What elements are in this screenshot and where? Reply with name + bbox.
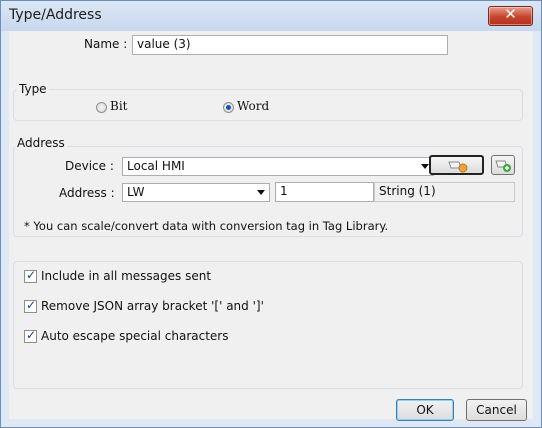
remove-json-bracket-label[interactable]: Remove JSON array bracket '[' and ']'	[41, 299, 264, 313]
cancel-button[interactable]: Cancel	[466, 399, 527, 421]
device-label: Device :	[65, 159, 114, 173]
close-button[interactable]: ✕	[488, 5, 533, 26]
dialog-title: Type/Address	[9, 7, 102, 23]
chevron-down-icon	[421, 164, 429, 169]
remove-json-bracket-checkbox[interactable]	[24, 298, 37, 313]
conversion-note: * You can scale/convert data with conver…	[24, 219, 389, 233]
type-address-dialog: Type/Address ✕ Name : value (3) Type Bit…	[0, 0, 542, 428]
radio-bit[interactable]	[96, 102, 107, 113]
add-device-button[interactable]	[491, 155, 515, 175]
name-label: Name :	[84, 37, 128, 51]
address-group-title: Address	[15, 136, 67, 150]
include-messages-label[interactable]: Include in all messages sent	[41, 269, 211, 283]
name-input[interactable]: value (3)	[132, 35, 448, 55]
auto-escape-checkbox[interactable]	[24, 328, 37, 343]
radio-bit-label[interactable]: Bit	[110, 99, 127, 113]
title-bar[interactable]: Type/Address ✕	[1, 1, 541, 31]
device-settings-button[interactable]	[429, 155, 484, 175]
include-messages-checkbox[interactable]	[24, 268, 37, 283]
chevron-down-icon	[257, 190, 265, 195]
address-type-select[interactable]: LW	[122, 183, 270, 202]
dialog-body: Name : value (3) Type Bit Word Address D…	[9, 31, 533, 421]
ok-button[interactable]: OK	[396, 399, 454, 421]
tag-settings-icon	[448, 161, 468, 173]
close-icon: ✕	[504, 5, 517, 23]
auto-escape-label[interactable]: Auto escape special characters	[41, 329, 228, 343]
device-select-value: Local HMI	[127, 159, 185, 173]
radio-word-label[interactable]: Word	[237, 99, 269, 113]
radio-word[interactable]	[223, 102, 234, 113]
address-label: Address :	[59, 186, 115, 200]
add-tag-icon	[495, 160, 511, 172]
address-type-value: LW	[127, 185, 145, 199]
address-format-display: String (1)	[374, 182, 515, 202]
device-select[interactable]: Local HMI	[122, 157, 434, 176]
address-value-input[interactable]: 1	[275, 182, 374, 202]
type-group-title: Type	[17, 82, 49, 96]
